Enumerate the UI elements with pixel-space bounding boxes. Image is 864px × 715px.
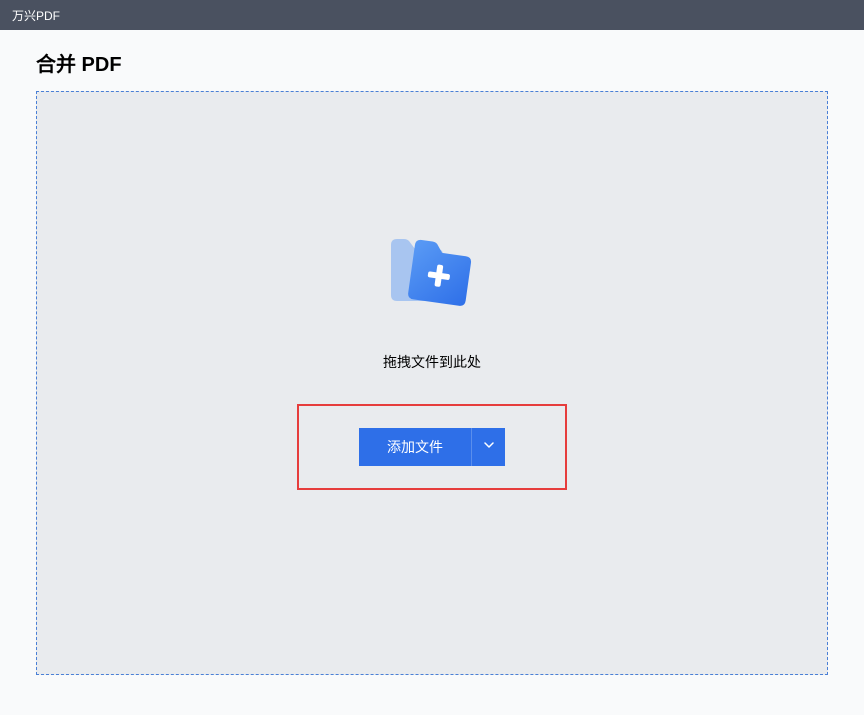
chevron-down-icon xyxy=(484,442,494,452)
app-name: 万兴PDF xyxy=(12,7,60,24)
add-file-button[interactable]: 添加文件 xyxy=(359,428,471,466)
dropzone-wrapper: 拖拽文件到此处 添加文件 xyxy=(0,91,864,695)
file-dropzone[interactable]: 拖拽文件到此处 添加文件 xyxy=(36,91,828,675)
drag-instruction-text: 拖拽文件到此处 xyxy=(383,352,481,372)
add-file-dropdown-button[interactable] xyxy=(471,428,505,466)
page-title: 合并 PDF xyxy=(0,30,864,91)
add-file-button-group: 添加文件 xyxy=(359,428,505,466)
folder-add-icon xyxy=(389,237,475,312)
content-area: 合并 PDF xyxy=(0,30,864,695)
highlight-annotation: 添加文件 xyxy=(297,404,567,490)
titlebar: 万兴PDF xyxy=(0,0,864,30)
